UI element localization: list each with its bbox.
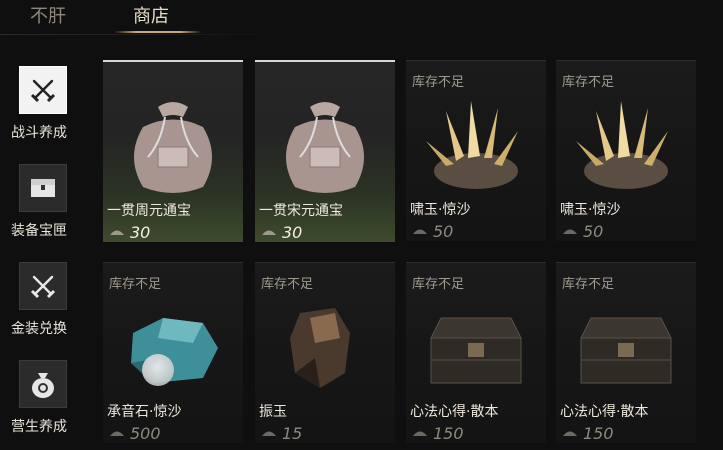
item-name: 承音石·惊沙	[107, 404, 182, 420]
price-value: 150	[433, 423, 464, 443]
stock-status: 库存不足	[562, 277, 615, 292]
money-bag-icon	[19, 360, 67, 408]
shop-item-card[interactable]: 一贯周元通宝 30	[103, 60, 243, 242]
price-value: 500	[130, 423, 161, 443]
nav-label: 战斗养成	[11, 125, 67, 141]
stock-status: 库存不足	[412, 75, 465, 90]
price-value: 30	[130, 222, 151, 242]
shop-item-card[interactable]: 库存不足 心法心得·散本 150	[406, 262, 546, 443]
item-name: 啸玉·惊沙	[560, 202, 621, 218]
item-name: 心法心得·散本	[560, 404, 649, 420]
top-tab-bar: 不肝 商店	[0, 0, 723, 34]
currency-icon	[563, 431, 577, 436]
nav-item-combat[interactable]: 战斗养成	[0, 66, 90, 156]
tab-shop[interactable]: 商店	[133, 4, 169, 30]
nav-item-equipment-box[interactable]: 装备宝匣	[0, 164, 90, 254]
dark-ore-icon	[290, 308, 350, 388]
shop-item-card[interactable]: 库存不足 啸玉·惊沙 50	[556, 60, 696, 241]
cloth-pouch-icon	[286, 102, 364, 193]
currency-icon	[413, 431, 427, 436]
top-divider	[0, 34, 260, 35]
nav-item-livelihood[interactable]: 营生养成	[0, 360, 90, 450]
crystal-cluster-icon	[576, 101, 668, 189]
item-price: 50	[562, 221, 603, 241]
currency-icon	[413, 229, 427, 234]
crossed-swords-icon	[19, 66, 67, 114]
cloth-pouch-icon	[134, 102, 212, 193]
shop-item-card[interactable]: 库存不足 承音石·惊沙 500	[103, 262, 243, 443]
crossed-swords-icon	[19, 262, 67, 310]
item-name: 啸玉·惊沙	[410, 202, 471, 218]
currency-icon	[262, 431, 276, 436]
nav-item-gold-exchange[interactable]: 金装兑换	[0, 262, 90, 352]
price-value: 30	[282, 222, 303, 242]
currency-icon	[110, 431, 124, 436]
item-price: 500	[109, 423, 161, 443]
currency-icon	[563, 229, 577, 234]
tab-bugan[interactable]: 不肝	[30, 4, 66, 30]
stock-status: 库存不足	[109, 277, 162, 292]
shop-item-card[interactable]: 库存不足 振玉 15	[255, 262, 395, 443]
shop-item-card[interactable]: 一贯宋元通宝 30	[255, 60, 395, 242]
item-price: 30	[109, 222, 150, 242]
dark-chest-icon	[430, 317, 522, 384]
nav-label: 装备宝匣	[11, 223, 67, 239]
currency-icon	[262, 230, 276, 235]
price-value: 15	[282, 423, 303, 443]
dark-chest-icon	[580, 317, 672, 384]
item-price: 150	[562, 423, 614, 443]
treasure-chest-icon	[19, 164, 67, 212]
currency-icon	[110, 230, 124, 235]
nav-label: 金装兑换	[11, 321, 67, 337]
item-name: 一贯周元通宝	[107, 203, 191, 219]
nav-label: 营生养成	[11, 419, 67, 435]
price-value: 50	[583, 221, 604, 241]
price-value: 150	[583, 423, 614, 443]
stock-status: 库存不足	[412, 277, 465, 292]
item-name: 振玉	[259, 404, 287, 420]
active-tab-underline	[114, 31, 202, 33]
touch-cursor	[142, 354, 174, 386]
item-price: 15	[261, 423, 302, 443]
stock-status: 库存不足	[562, 75, 615, 90]
item-name: 一贯宋元通宝	[259, 203, 343, 219]
item-price: 50	[412, 221, 453, 241]
price-value: 50	[433, 221, 454, 241]
item-price: 30	[261, 222, 302, 242]
item-price: 150	[412, 423, 464, 443]
shop-item-card[interactable]: 库存不足 啸玉·惊沙 50	[406, 60, 546, 241]
crystal-cluster-icon	[426, 101, 518, 189]
stock-status: 库存不足	[261, 277, 314, 292]
blue-stone-icon	[131, 318, 218, 383]
shop-item-card[interactable]: 库存不足 心法心得·散本 150	[556, 262, 696, 443]
item-name: 心法心得·散本	[410, 404, 499, 420]
